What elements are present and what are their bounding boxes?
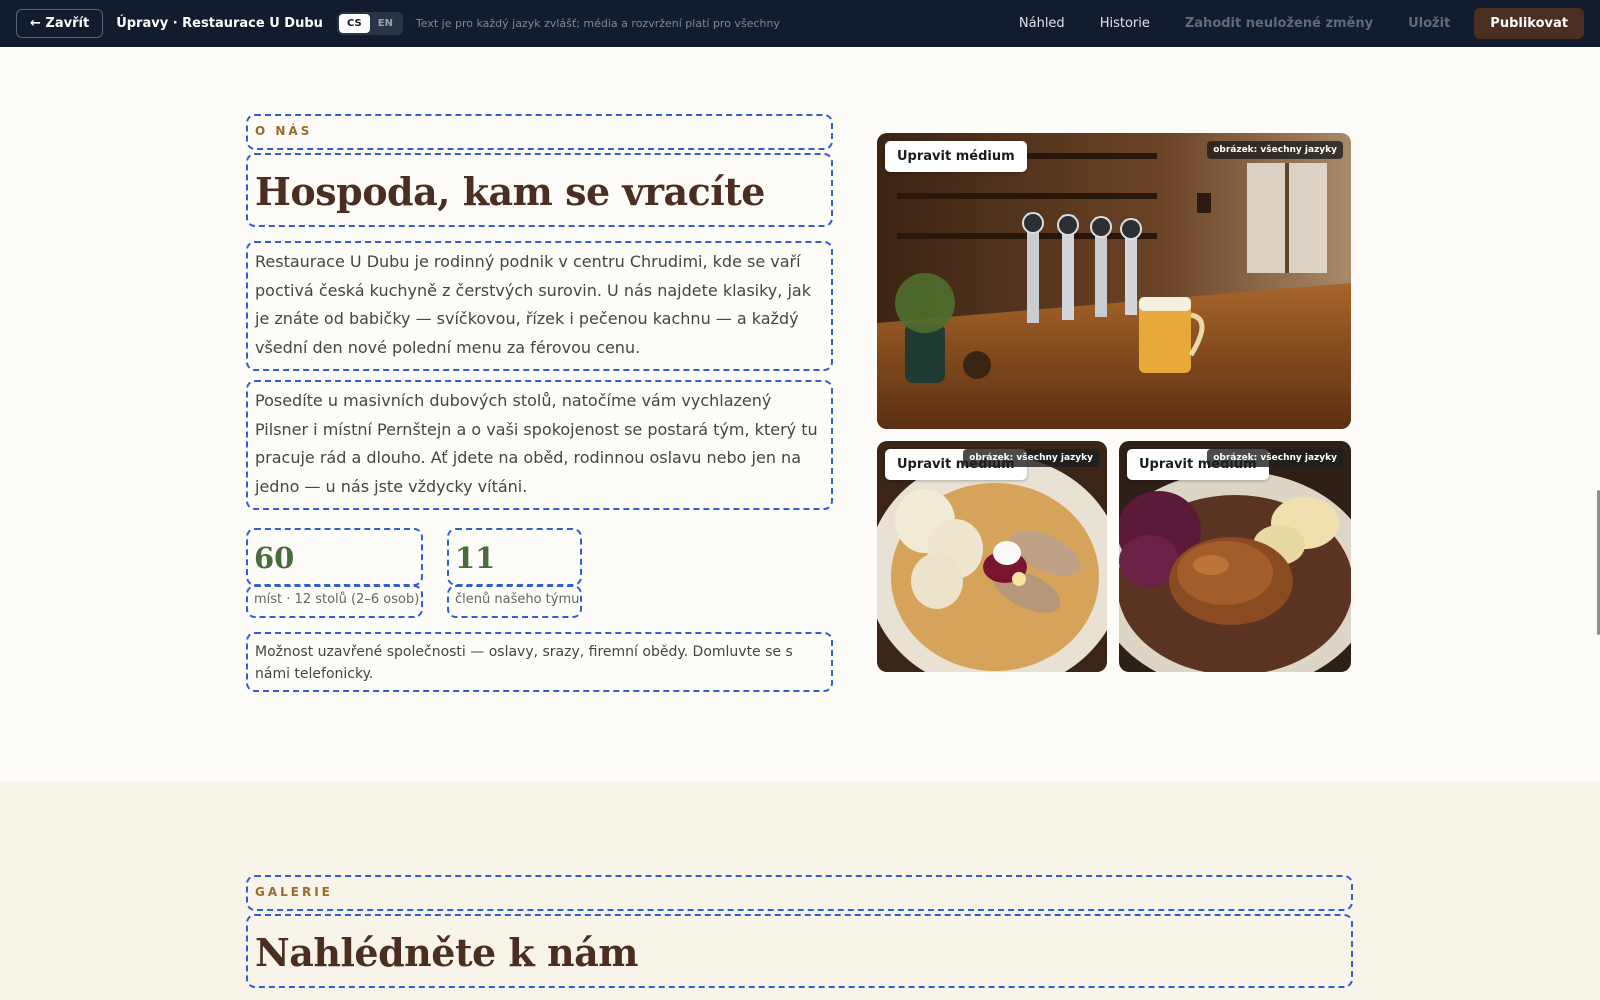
preview-button[interactable]: Náhled	[1019, 16, 1065, 31]
about-heading: Hospoda, kam se vracíte	[255, 169, 765, 214]
stat-seats-value: 60	[254, 541, 295, 575]
language-cs-button[interactable]: CS	[338, 14, 370, 33]
edit-media-button-1[interactable]: Upravit médium	[885, 141, 1027, 172]
language-switch: CS EN	[336, 12, 403, 35]
gallery-eyebrow-block[interactable]: GALERIE	[246, 875, 1353, 911]
private-events-note: Možnost uzavřené společnosti — oslavy, s…	[255, 644, 793, 682]
about-heading-block[interactable]: Hospoda, kam se vracíte	[246, 153, 833, 227]
about-paragraph-1: Restaurace U Dubu je rodinný podnik v ce…	[255, 252, 811, 357]
stat-seats-value-block[interactable]: 60	[246, 528, 423, 586]
stat-team-caption: členů našeho týmu	[455, 592, 580, 607]
about-paragraph-2: Posedíte u masivních dubových stolů, nat…	[255, 391, 818, 496]
stat-team-caption-block[interactable]: členů našeho týmu	[447, 585, 582, 618]
stat-team-value-block[interactable]: 11	[447, 528, 582, 586]
about-eyebrow-block[interactable]: O NÁS	[246, 114, 833, 150]
stat-seats-caption-block[interactable]: míst · 12 stolů (2–6 osob)	[246, 585, 423, 618]
stat-seats-caption: míst · 12 stolů (2–6 osob)	[254, 592, 420, 607]
editor-toolbar: ← Zavřít Úpravy · Restaurace U Dubu CS E…	[0, 0, 1600, 47]
toolbar-actions: Náhled Historie Zahodit neuložené změny …	[984, 8, 1584, 39]
history-button[interactable]: Historie	[1100, 16, 1150, 31]
gallery-heading: Nahlédněte k nám	[255, 930, 638, 975]
about-paragraph-2-block[interactable]: Posedíte u masivních dubových stolů, nat…	[246, 380, 833, 510]
gallery-heading-block[interactable]: Nahlédněte k nám	[246, 914, 1353, 988]
language-en-button[interactable]: EN	[370, 14, 401, 33]
bar-tap-image[interactable]: Upravit médium obrázek: všechny jazyky	[877, 133, 1351, 429]
editor-title: Úpravy · Restaurace U Dubu	[116, 16, 323, 31]
duck-image[interactable]: Upravit médium obrázek: všechny jazyky	[1119, 441, 1351, 672]
bar-tap-illustration	[877, 133, 1351, 429]
close-button[interactable]: ← Zavřít	[16, 9, 104, 38]
discard-changes-button[interactable]: Zahodit neuložené změny	[1185, 16, 1373, 31]
svickova-image[interactable]: Upravit médium obrázek: všechny jazyky	[877, 441, 1107, 672]
media-scope-tag-1: obrázek: všechny jazyky	[1207, 141, 1343, 159]
media-scope-tag-3: obrázek: všechny jazyky	[1207, 449, 1343, 467]
private-events-note-block[interactable]: Možnost uzavřené společnosti — oslavy, s…	[246, 632, 833, 692]
about-eyebrow: O NÁS	[255, 124, 313, 138]
stat-team-value: 11	[455, 541, 496, 575]
gallery-eyebrow: GALERIE	[255, 885, 333, 899]
language-note: Text je pro každý jazyk zvlášť; média a …	[415, 17, 780, 30]
media-scope-tag-2: obrázek: všechny jazyky	[963, 449, 1099, 467]
about-paragraph-1-block[interactable]: Restaurace U Dubu je rodinný podnik v ce…	[246, 241, 833, 371]
save-button[interactable]: Uložit	[1408, 16, 1450, 31]
publish-button[interactable]: Publikovat	[1474, 8, 1584, 39]
